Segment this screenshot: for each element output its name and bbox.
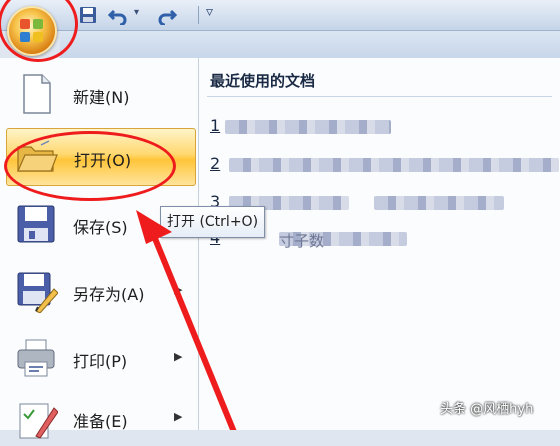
redacted-filename: [225, 120, 391, 134]
printer-icon: [17, 339, 55, 377]
ribbon-tabs: [60, 31, 560, 59]
menu-item-label: 保存(S): [73, 218, 128, 237]
new-document-icon: [23, 74, 51, 114]
toolbar-separator: [198, 6, 199, 24]
redacted-filename: [374, 196, 504, 210]
menu-item-label: 打印(P): [73, 352, 128, 371]
redo-icon[interactable]: [157, 5, 177, 25]
menu-item-prepare[interactable]: 准备(E) ▶: [6, 390, 194, 446]
menu-item-label: 另存为(A): [73, 285, 145, 304]
recent-document-name: 寸子数: [279, 232, 325, 250]
menu-item-save-as[interactable]: 另存为(A) ▶: [6, 263, 194, 319]
menu-commands: 新建(N) 打开(O) 保存(S) 另存为(A) ▶ 打印(P) ▶ 准备(E)…: [0, 58, 199, 439]
highlight-oval-open-item: [4, 131, 176, 201]
recent-documents-panel: 最近使用的文档 1 2 3 4 寸子数: [199, 58, 560, 430]
menu-item-print[interactable]: 打印(P) ▶: [6, 330, 194, 386]
save-as-icon: [17, 272, 58, 313]
submenu-arrow-icon: ▶: [174, 410, 183, 423]
divider: [207, 96, 552, 97]
menu-item-label: 新建(N): [73, 88, 130, 107]
office-menu: 新建(N) 打开(O) 保存(S) 另存为(A) ▶ 打印(P) ▶ 准备(E)…: [0, 58, 560, 439]
menu-item-new[interactable]: 新建(N): [6, 66, 194, 122]
watermark: 头条 @风栖hyh: [440, 402, 534, 417]
menu-item-label: 准备(E): [73, 412, 128, 431]
recent-document-item[interactable]: 1: [210, 116, 220, 135]
undo-icon[interactable]: [108, 5, 128, 25]
customize-toolbar-icon[interactable]: ▿: [206, 4, 213, 20]
save-icon[interactable]: [78, 5, 98, 25]
submenu-arrow-icon: ▶: [174, 350, 183, 363]
redacted-filename: [229, 158, 559, 172]
recent-documents-title: 最近使用的文档: [210, 72, 316, 90]
title-bar: ▾ ▿: [0, 0, 560, 31]
submenu-arrow-icon: ▶: [174, 283, 183, 296]
tooltip-open-shortcut: 打开 (Ctrl+O): [160, 206, 266, 238]
undo-dropdown-icon[interactable]: ▾: [134, 7, 139, 18]
save-disk-icon: [17, 205, 55, 243]
recent-document-item[interactable]: 2: [210, 154, 220, 173]
prepare-icon: [19, 403, 58, 439]
